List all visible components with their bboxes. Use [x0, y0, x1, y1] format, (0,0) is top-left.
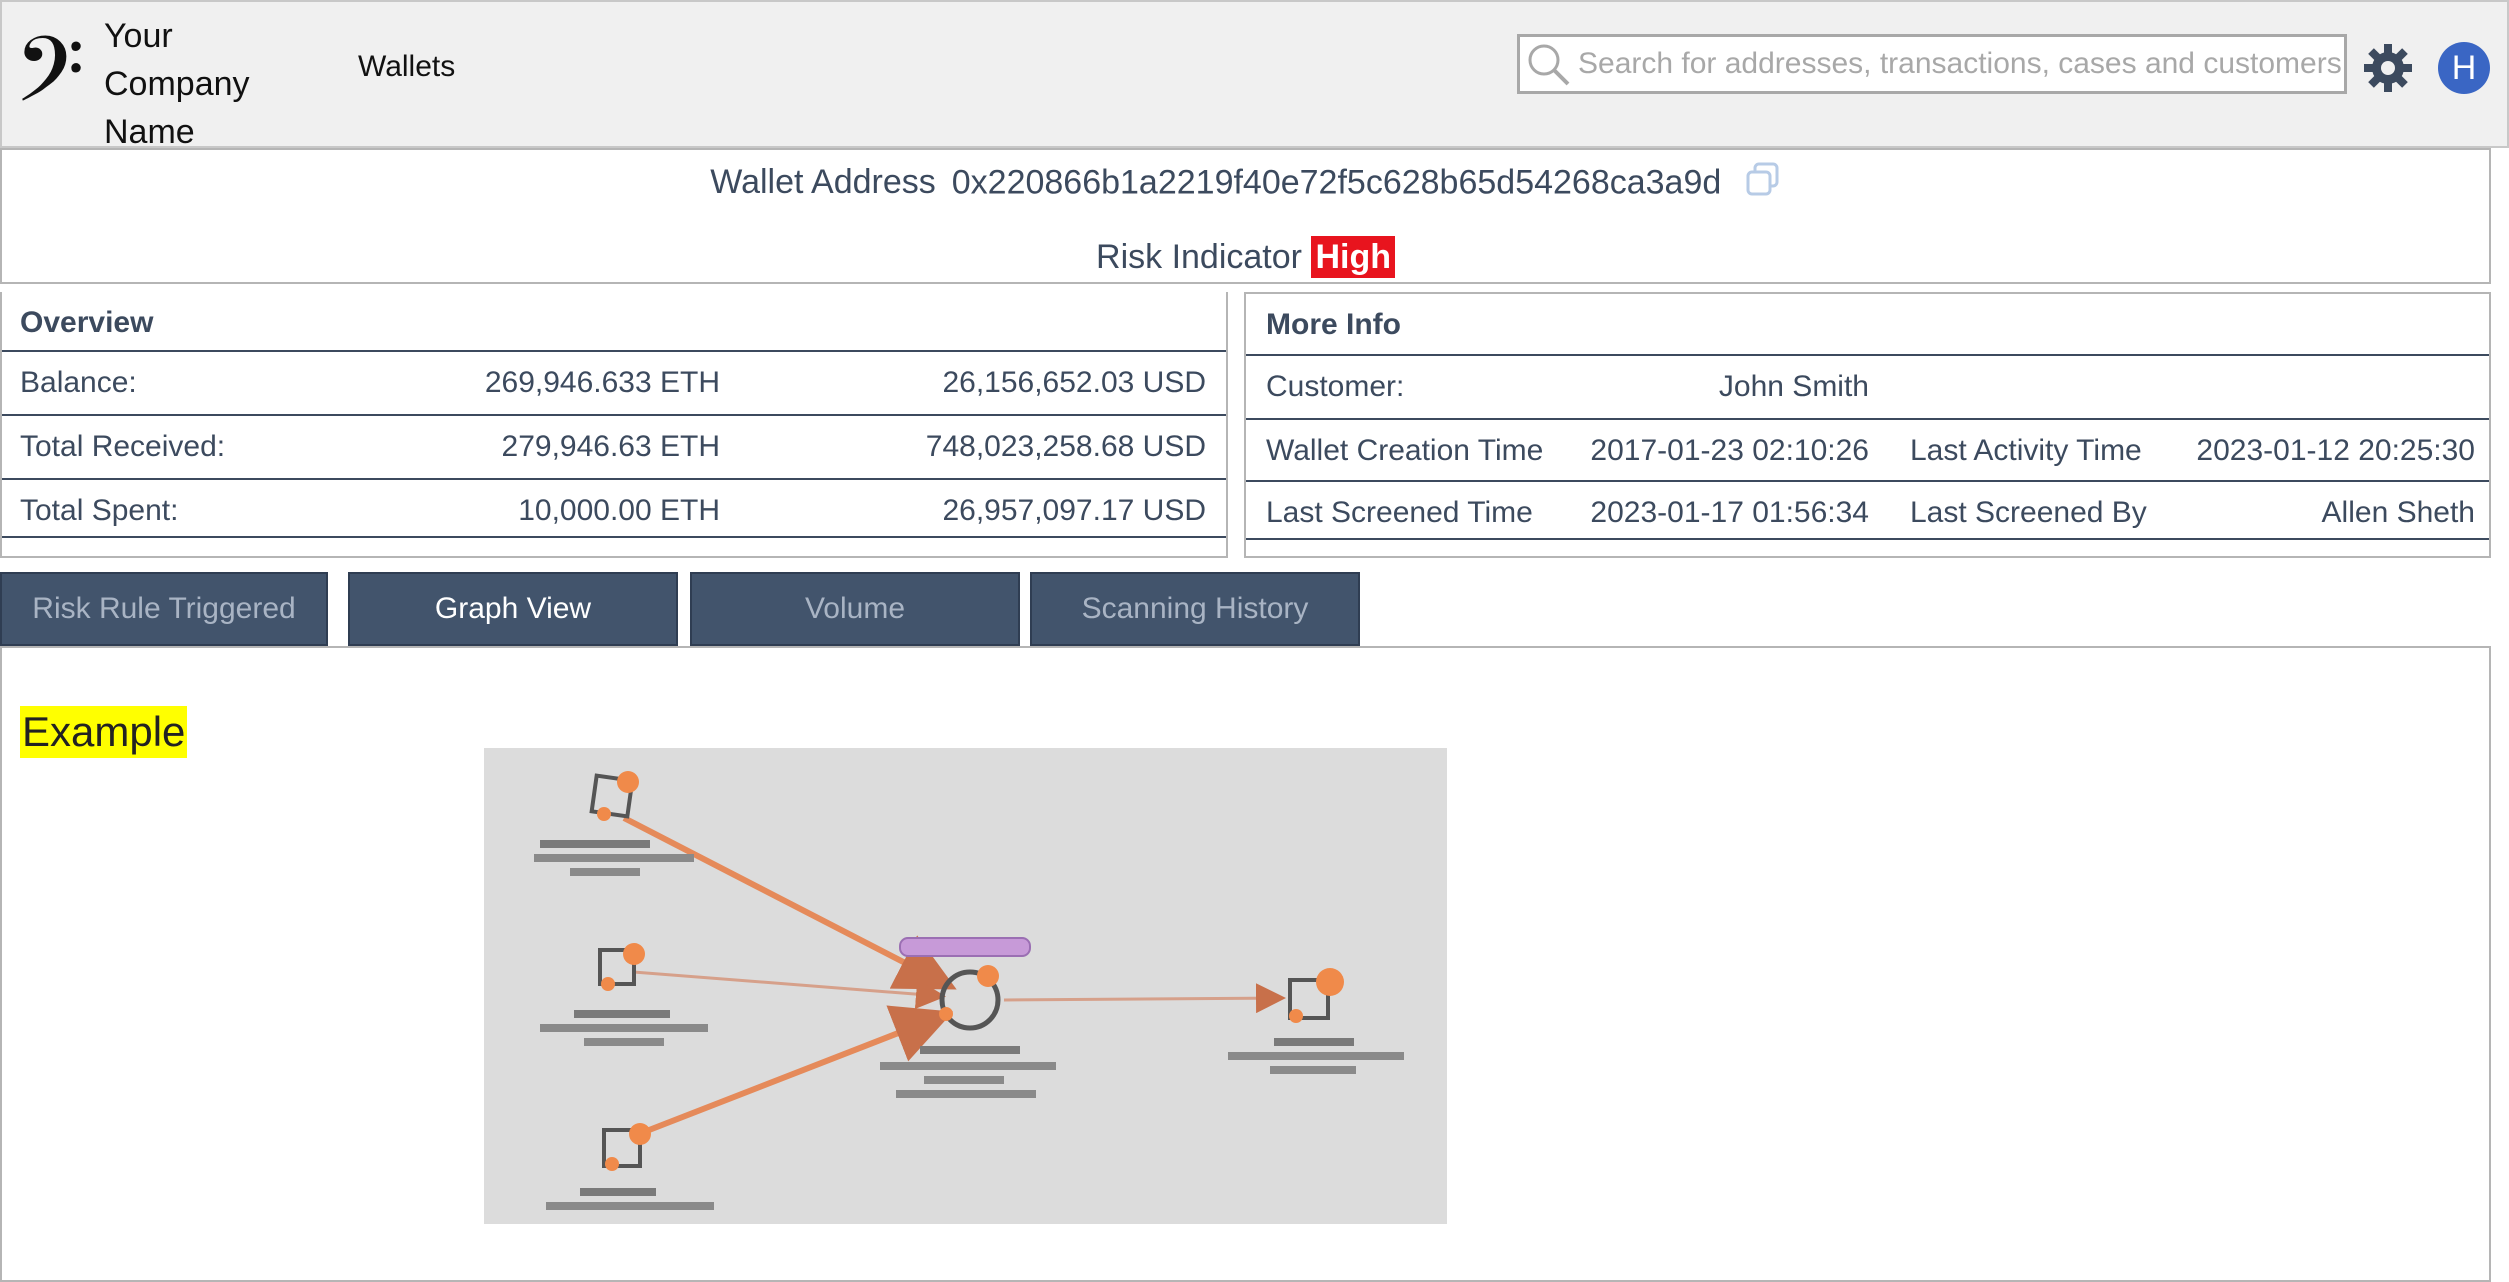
- row-eth: 279,946.63 ETH: [501, 430, 720, 463]
- screened-value: 2023-01-17 01:56:34: [1590, 496, 1869, 529]
- risk-indicator-label: Risk Indicator: [1096, 238, 1302, 276]
- gear-icon[interactable]: [2362, 42, 2414, 94]
- table-row: Last Screened Time 2023-01-17 01:56:34 L…: [1246, 482, 2489, 544]
- divider: [1246, 538, 2489, 540]
- screened-by-value: Allen Sheth: [2321, 496, 2475, 529]
- example-label: Example: [20, 706, 188, 758]
- overview-title: Overview: [20, 306, 154, 339]
- copy-icon[interactable]: [1745, 162, 1781, 207]
- table-row: Total Received: 279,946.63 ETH 748,023,2…: [2, 416, 1226, 478]
- table-row: Wallet Creation Time 2017-01-23 02:10:26…: [1246, 420, 2489, 482]
- screened-label: Last Screened Time: [1266, 496, 1533, 529]
- row-label: Balance:: [20, 366, 137, 399]
- tab-scanning-history[interactable]: Scanning History: [1030, 572, 1360, 646]
- tab-graph-view[interactable]: Graph View: [348, 572, 678, 646]
- table-row: Balance: 269,946.633 ETH 26,156,652.03 U…: [2, 352, 1226, 414]
- tab-risk-rule-triggered[interactable]: Risk Rule Triggered: [0, 572, 328, 646]
- search-icon: [1520, 36, 1576, 92]
- wallet-header-panel: Wallet Address 0x220866b1a2219f40e72f5c62…: [0, 148, 2491, 284]
- transaction-graph-image: [484, 748, 1447, 1224]
- row-usd: 748,023,258.68 USD: [925, 430, 1206, 463]
- table-row: Customer: John Smith: [1246, 356, 2489, 418]
- row-usd: 26,156,652.03 USD: [942, 366, 1206, 399]
- company-logo-icon[interactable]: 𝄢: [14, 22, 94, 140]
- screened-by-label: Last Screened By: [1910, 496, 2147, 529]
- tab-bar: Risk Rule Triggered Graph View Volume Sc…: [0, 572, 2509, 646]
- tab-volume[interactable]: Volume: [690, 572, 1020, 646]
- risk-badge: High: [1311, 236, 1395, 278]
- avatar[interactable]: H: [2438, 42, 2490, 94]
- creation-value: 2017-01-23 02:10:26: [1590, 434, 1869, 467]
- row-label: Total Received:: [20, 430, 226, 463]
- last-activity-label: Last Activity Time: [1910, 434, 2142, 467]
- risk-indicator: Risk Indicator High: [2, 236, 2489, 278]
- customer-value: John Smith: [1718, 370, 1869, 403]
- company-name: Your Company Name: [104, 17, 250, 151]
- last-activity-value: 2023-01-12 20:25:30: [2196, 434, 2475, 467]
- more-info-title: More Info: [1266, 308, 1401, 341]
- search-input[interactable]: [1576, 46, 2344, 82]
- top-bar: 𝄢 Your Company Name Wallets Search for a…: [0, 0, 2509, 151]
- row-eth: 269,946.633 ETH: [484, 366, 720, 399]
- wallet-address-line: Wallet Address 0x220866b1a2219f40e72f5c62…: [2, 162, 2489, 207]
- nav-wallets-link[interactable]: Wallets: [358, 50, 455, 84]
- creation-label: Wallet Creation Time: [1266, 434, 1544, 467]
- search-box[interactable]: [1517, 34, 2347, 94]
- row-label: Total Spent:: [20, 494, 179, 527]
- more-info-table: More Info Customer: John Smith Wallet Cr…: [1244, 292, 2491, 558]
- wallet-address-value: 0x220866b1a2219f40e72f5c628b65d54268ca3a…: [951, 163, 1722, 202]
- graph-view-panel: Example: [0, 646, 2491, 1282]
- row-eth: 10,000.00 ETH: [518, 494, 720, 527]
- row-usd: 26,957,097.17 USD: [942, 494, 1206, 527]
- table-row: Total Spent: 10,000.00 ETH 26,957,097.17…: [2, 480, 1226, 542]
- overview-table: Overview Balance: 269,946.633 ETH 26,156…: [0, 292, 1228, 558]
- wallet-address-label: Wallet Address: [710, 163, 936, 202]
- divider: [2, 536, 1226, 538]
- customer-label: Customer:: [1266, 370, 1405, 403]
